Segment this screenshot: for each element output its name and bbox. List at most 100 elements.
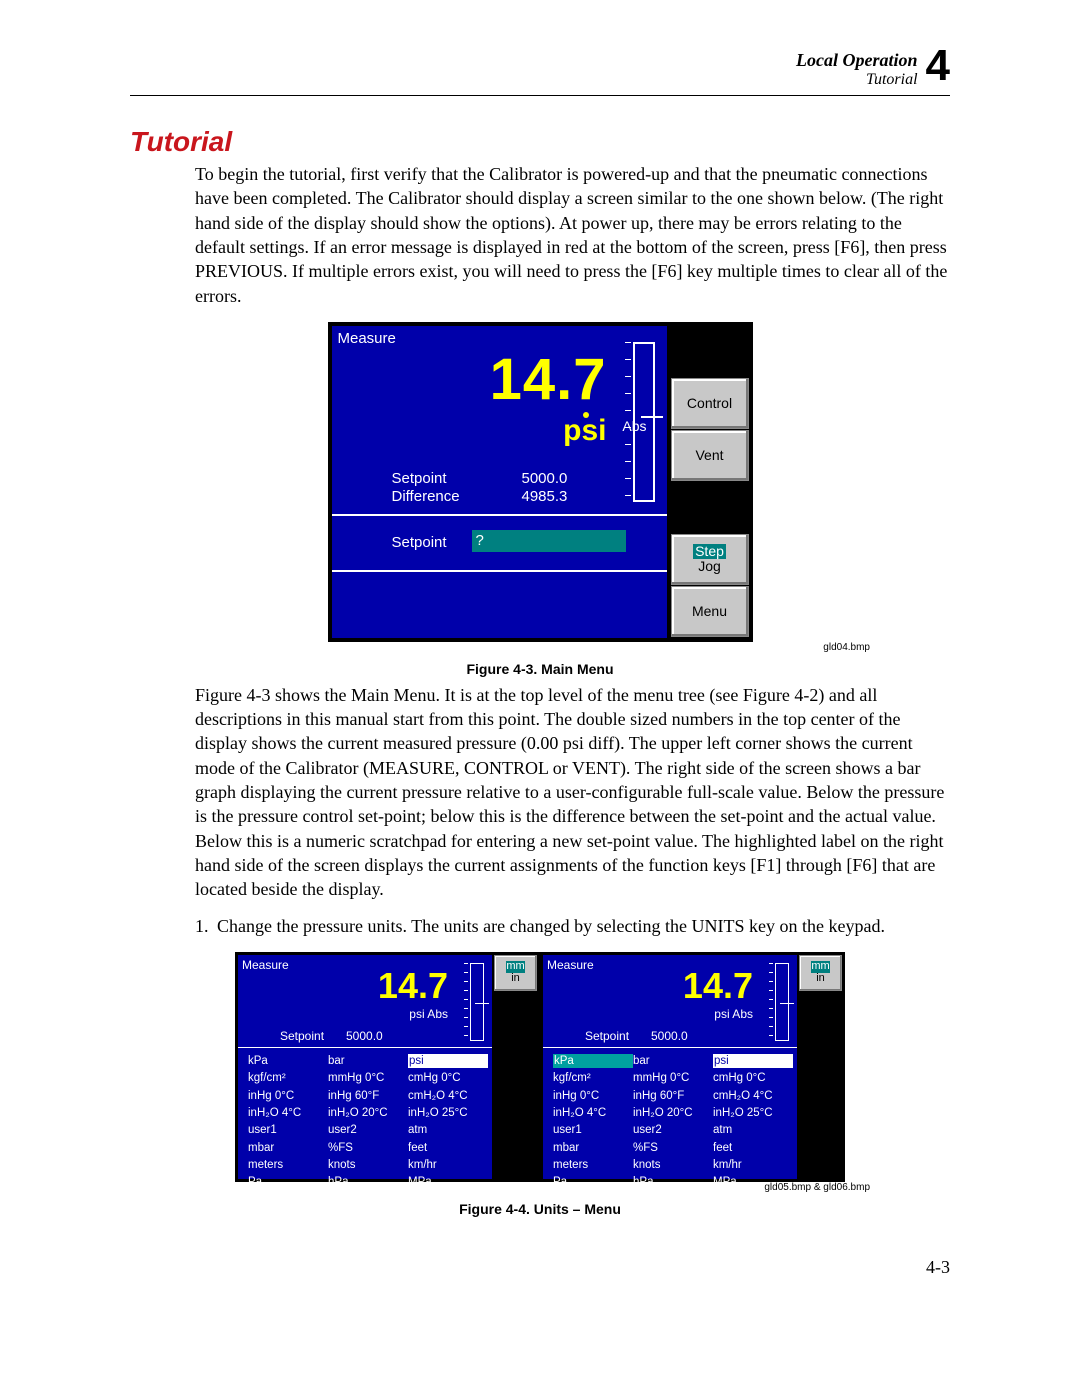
chapter-number: 4 — [926, 46, 950, 86]
unit-option[interactable]: inHg 60°F — [633, 1089, 713, 1103]
f1-button[interactable] — [671, 326, 749, 377]
f6-button-menu[interactable]: Menu — [671, 586, 749, 637]
unit-option[interactable]: meters — [248, 1158, 328, 1172]
figure-4-4-caption: Figure 4-4. Units – Menu — [130, 1201, 950, 1217]
unit-option[interactable]: inHg 0°C — [553, 1089, 633, 1103]
f3-button-blank[interactable] — [799, 1029, 842, 1065]
mode-label-sm: Measure — [547, 958, 594, 972]
section-heading: Tutorial — [130, 126, 950, 158]
unit-option[interactable]: knots — [633, 1158, 713, 1172]
unit-option[interactable]: feet — [713, 1141, 793, 1155]
f6-button-blank[interactable] — [799, 1141, 842, 1177]
f1-button-mm-in[interactable]: mmin — [494, 955, 537, 991]
f3-button-blank[interactable] — [494, 1029, 537, 1065]
pressure-reading-sm: 14.7 — [378, 965, 448, 1007]
unit-option[interactable]: mmHg 0°C — [328, 1071, 408, 1085]
function-keys-sm-left: mmin — [493, 952, 540, 1182]
unit-option[interactable]: km/hr — [713, 1158, 793, 1172]
bargraph-scale-icon — [625, 342, 631, 502]
unit-option[interactable]: psi — [713, 1054, 793, 1068]
mode-label-sm: Measure — [242, 958, 289, 972]
f5-button-blank[interactable] — [799, 1104, 842, 1140]
unit-option[interactable]: inH₂O 25°C — [408, 1106, 488, 1120]
page-number: 4-3 — [130, 1257, 950, 1278]
unit-option[interactable]: cmH₂O 4°C — [408, 1089, 488, 1103]
f4-button[interactable] — [671, 482, 749, 533]
unit-option[interactable]: psi — [408, 1054, 488, 1068]
unit-option[interactable]: inH₂O 25°C — [713, 1106, 793, 1120]
intro-paragraph: To begin the tutorial, first verify that… — [195, 162, 950, 308]
unit-option[interactable]: cmHg 0°C — [408, 1071, 488, 1085]
unit-option[interactable]: MPa — [713, 1175, 793, 1189]
unit-option[interactable]: hPa — [633, 1175, 713, 1189]
header-title: Local Operation — [796, 50, 918, 71]
unit-option[interactable]: inH₂O 20°C — [633, 1106, 713, 1120]
setpoint-value-sm: 5000.0 — [651, 1029, 688, 1043]
unit-option[interactable]: knots — [328, 1158, 408, 1172]
unit-option[interactable]: feet — [408, 1141, 488, 1155]
unit-option[interactable]: mbar — [248, 1141, 328, 1155]
unit-option[interactable]: user1 — [248, 1123, 328, 1137]
f5-button-blank[interactable] — [494, 1104, 537, 1140]
f2-button-control[interactable]: Control — [671, 378, 749, 429]
unit-option[interactable]: cmH₂O 4°C — [713, 1089, 793, 1103]
f6-button-blank[interactable] — [494, 1141, 537, 1177]
pressure-reading: 14.7 — [490, 346, 607, 413]
unit-option[interactable]: atm — [713, 1123, 793, 1137]
unit-option[interactable]: kgf/cm² — [248, 1071, 328, 1085]
unit-option[interactable]: Pa — [553, 1175, 633, 1189]
pressure-unit: psi — [563, 414, 606, 448]
setpoint-value: 5000.0 — [522, 470, 568, 487]
device-main: Measure 14.7 psi Abs Setpoint 5000.0 Dif… — [328, 322, 753, 642]
unit-option[interactable]: %FS — [328, 1141, 408, 1155]
bargraph-tick-icon-sm — [780, 1003, 794, 1005]
unit-option[interactable]: inH₂O 4°C — [553, 1106, 633, 1120]
unit-option[interactable]: inH₂O 20°C — [328, 1106, 408, 1120]
f4-button-blank[interactable] — [494, 1067, 537, 1103]
scratchpad-input[interactable]: ? — [472, 530, 626, 552]
unit-option[interactable]: bar — [633, 1054, 713, 1068]
unit-option[interactable]: Pa — [248, 1175, 328, 1189]
unit-option[interactable]: inH₂O 4°C — [248, 1106, 328, 1120]
unit-option[interactable]: %FS — [633, 1141, 713, 1155]
unit-option[interactable]: MPa — [408, 1175, 488, 1189]
unit-option[interactable]: mmHg 0°C — [633, 1071, 713, 1085]
f2-button-blank[interactable] — [494, 992, 537, 1028]
unit-option[interactable]: inHg 0°C — [248, 1089, 328, 1103]
unit-option[interactable]: cmHg 0°C — [713, 1071, 793, 1085]
bargraph-icon-sm — [775, 963, 789, 1041]
unit-option[interactable]: kgf/cm² — [553, 1071, 633, 1085]
pressure-unit-sm: psi Abs — [409, 1007, 448, 1021]
unit-option[interactable]: user2 — [328, 1123, 408, 1137]
lcd-screen: Measure 14.7 psi Abs Setpoint 5000.0 Dif… — [332, 326, 667, 638]
unit-option[interactable]: kPa — [248, 1054, 328, 1068]
difference-value: 4985.3 — [522, 488, 568, 505]
f5-button-step-jog[interactable]: Step Jog — [671, 534, 749, 585]
scratchpad-label: Setpoint — [392, 534, 447, 551]
unit-option[interactable]: inHg 60°F — [328, 1089, 408, 1103]
unit-option[interactable]: hPa — [328, 1175, 408, 1189]
units-grid-right[interactable]: kPabarpsi kgf/cm²mmHg 0°CcmHg 0°C inHg 0°C… — [543, 1048, 797, 1194]
units-grid-left[interactable]: kPabarpsi kgf/cm²mmHg 0°CcmHg 0°C inHg 0°C… — [238, 1048, 492, 1194]
step-1-text: Change the pressure units. The units are… — [217, 916, 885, 936]
setpoint-value-sm: 5000.0 — [346, 1029, 383, 1043]
unit-option[interactable]: user2 — [633, 1123, 713, 1137]
unit-option[interactable]: kPa — [553, 1054, 633, 1068]
f4-button-blank[interactable] — [799, 1067, 842, 1103]
unit-option[interactable]: bar — [328, 1054, 408, 1068]
bargraph-tick-icon — [641, 416, 663, 418]
f2-button-blank[interactable] — [799, 992, 842, 1028]
bargraph-scale-icon-sm — [769, 963, 773, 1041]
unit-option[interactable]: meters — [553, 1158, 633, 1172]
unit-option[interactable]: km/hr — [408, 1158, 488, 1172]
unit-option[interactable]: user1 — [553, 1123, 633, 1137]
unit-option[interactable]: atm — [408, 1123, 488, 1137]
difference-label: Difference — [392, 488, 460, 505]
unit-option[interactable]: mbar — [553, 1141, 633, 1155]
setpoint-label: Setpoint — [392, 470, 447, 487]
f3-button-vent[interactable]: Vent — [671, 430, 749, 481]
f1-button-mm-in[interactable]: mmin — [799, 955, 842, 991]
figure-4-3-caption: Figure 4-3. Main Menu — [466, 661, 613, 677]
explanation-paragraph: Figure 4-3 shows the Main Menu. It is at… — [195, 683, 950, 902]
function-keys-sm-right: mmin — [798, 952, 845, 1182]
